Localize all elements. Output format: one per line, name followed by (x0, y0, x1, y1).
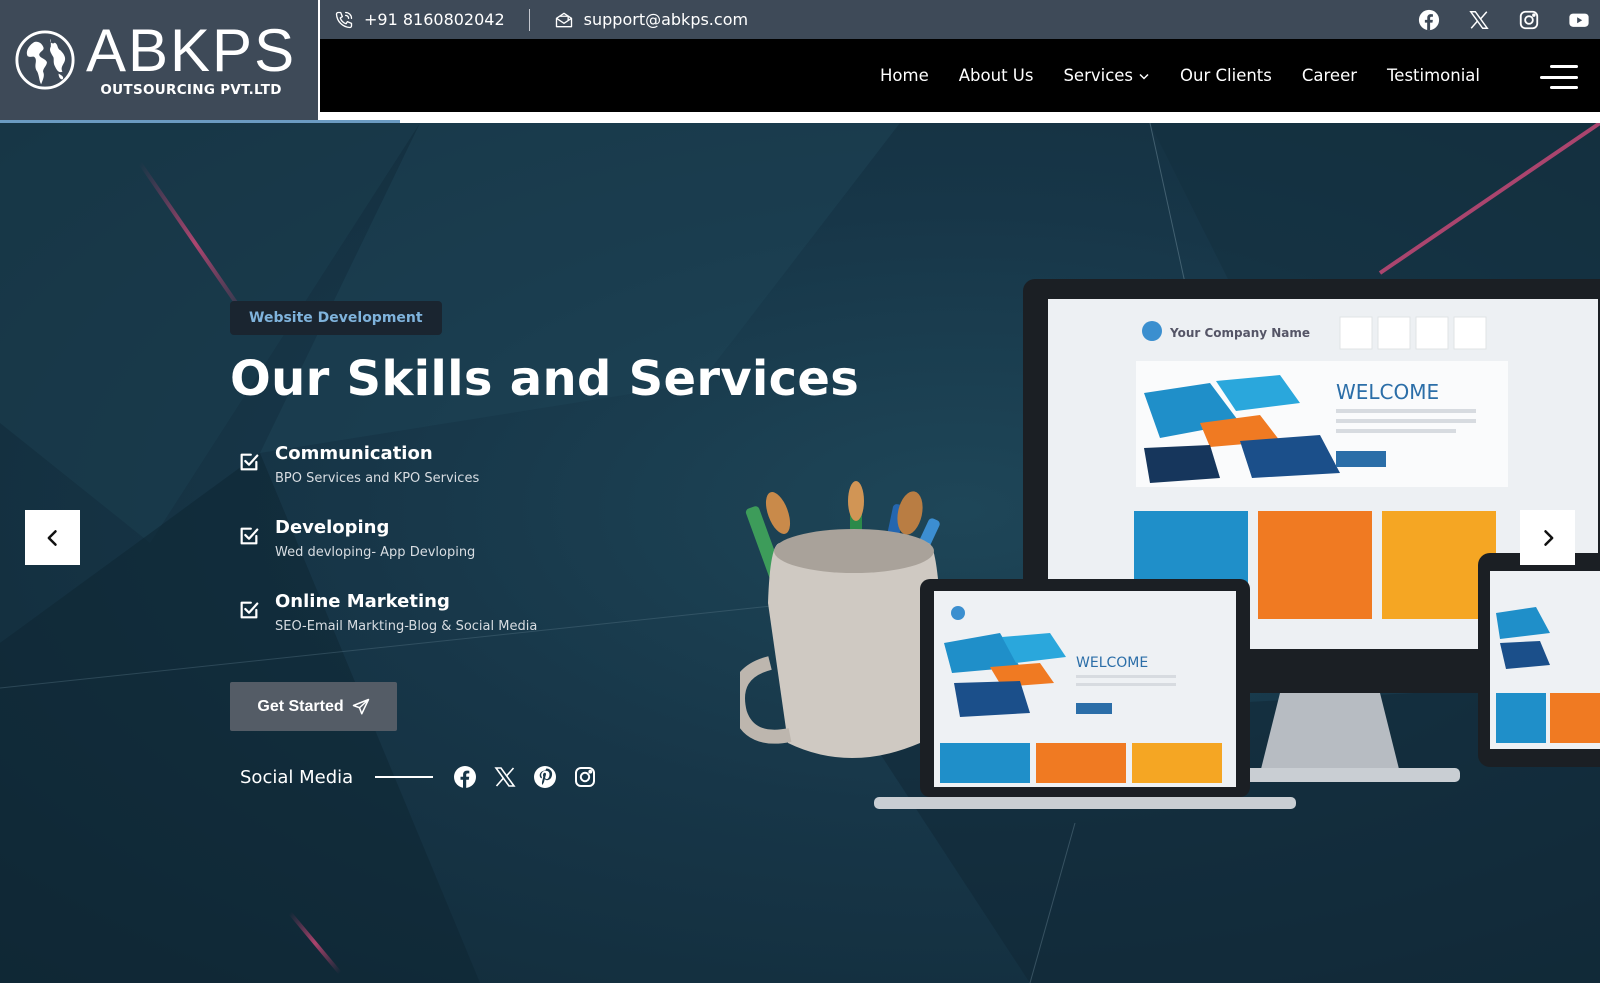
logo-tagline: OUTSOURCING PVT.LTD (100, 82, 282, 98)
facebook-icon[interactable] (1418, 9, 1440, 31)
nav-services[interactable]: Services (1063, 66, 1150, 85)
hero-social-icons (453, 765, 597, 789)
email-address: support@abkps.com (583, 10, 749, 29)
tablet (1478, 553, 1600, 767)
mail-icon (555, 12, 572, 27)
chevron-down-icon (1139, 73, 1149, 80)
hero-category-tag: Website Development (230, 301, 442, 335)
slider-prev-button[interactable] (25, 510, 80, 565)
globe-logo-icon (15, 30, 75, 90)
get-started-label: Get Started (257, 697, 344, 715)
email-contact[interactable]: support@abkps.com (554, 10, 748, 30)
feature-description: Wed devloping- App Devloping (275, 545, 476, 560)
x-icon[interactable] (1468, 9, 1490, 31)
logo-wordmark: ABKPS (86, 17, 297, 84)
checkbox-check-icon (240, 527, 259, 545)
mockup-company-name: Your Company Name (1169, 326, 1310, 340)
main-navbar: Home About Us Services Our Clients Caree… (320, 39, 1600, 112)
x-icon[interactable] (493, 765, 517, 789)
site-logo[interactable]: ABKPS OUTSOURCING PVT.LTD (0, 0, 318, 120)
feature-item: Communication BPO Services and KPO Servi… (238, 443, 537, 517)
feature-title: Online Marketing (275, 591, 450, 612)
laptop: WELCOME (874, 579, 1296, 809)
get-started-button[interactable]: Get Started (230, 682, 397, 731)
nav-about-us[interactable]: About Us (959, 66, 1034, 85)
slider-progress-indicator (0, 120, 400, 123)
facebook-icon[interactable] (453, 765, 477, 789)
slider-next-button[interactable] (1520, 510, 1575, 565)
mockup-welcome-heading: WELCOME (1336, 380, 1439, 404)
youtube-icon[interactable] (1568, 9, 1590, 31)
send-icon (352, 698, 369, 714)
hero-slider: Website Development Our Skills and Servi… (0, 123, 1600, 983)
feature-description: SEO-Email Markting-Blog & Social Media (275, 619, 538, 634)
navbar-bottom-border (320, 112, 1600, 120)
feature-item: Developing Wed devloping- App Devloping (238, 517, 537, 591)
hamburger-icon[interactable] (1540, 65, 1578, 89)
nav-testimonial[interactable]: Testimonial (1387, 66, 1480, 85)
checkbox-check-icon (240, 601, 259, 619)
nav-career[interactable]: Career (1302, 66, 1357, 85)
nav-home[interactable]: Home (880, 66, 929, 85)
nav-menu: Home About Us Services Our Clients Caree… (880, 39, 1480, 112)
chevron-right-icon (1543, 529, 1553, 546)
social-media-label: Social Media (240, 766, 354, 788)
feature-item: Online Marketing SEO-Email Markting-Blog… (238, 591, 537, 665)
nav-our-clients[interactable]: Our Clients (1180, 66, 1272, 85)
feature-title: Communication (275, 443, 433, 464)
checkbox-check-icon (240, 453, 259, 471)
topbar-divider (528, 8, 530, 31)
brush-mug (740, 481, 940, 758)
instagram-icon[interactable] (573, 765, 597, 789)
instagram-icon[interactable] (1518, 9, 1540, 31)
hero-social-row: Social Media (240, 761, 597, 793)
devices-illustration: Your Company Name WELCOME WELCOME (740, 279, 1600, 809)
phone-contact[interactable]: +91 8160802042 (334, 10, 505, 30)
chevron-left-icon (47, 529, 57, 546)
top-contact-bar: +91 8160802042 support@abkps.com (320, 0, 1600, 39)
phone-number: +91 8160802042 (364, 10, 505, 29)
social-divider-line (375, 776, 434, 778)
laptop-welcome-heading: WELCOME (1076, 655, 1148, 671)
nav-services-label: Services (1063, 66, 1134, 85)
feature-title: Developing (275, 517, 390, 538)
pinterest-icon[interactable] (533, 765, 557, 789)
phone-icon (335, 11, 353, 28)
feature-list: Communication BPO Services and KPO Servi… (238, 443, 537, 665)
feature-description: BPO Services and KPO Services (275, 471, 480, 486)
topbar-social-links (1418, 0, 1590, 39)
page-below-hero (0, 983, 1600, 1000)
